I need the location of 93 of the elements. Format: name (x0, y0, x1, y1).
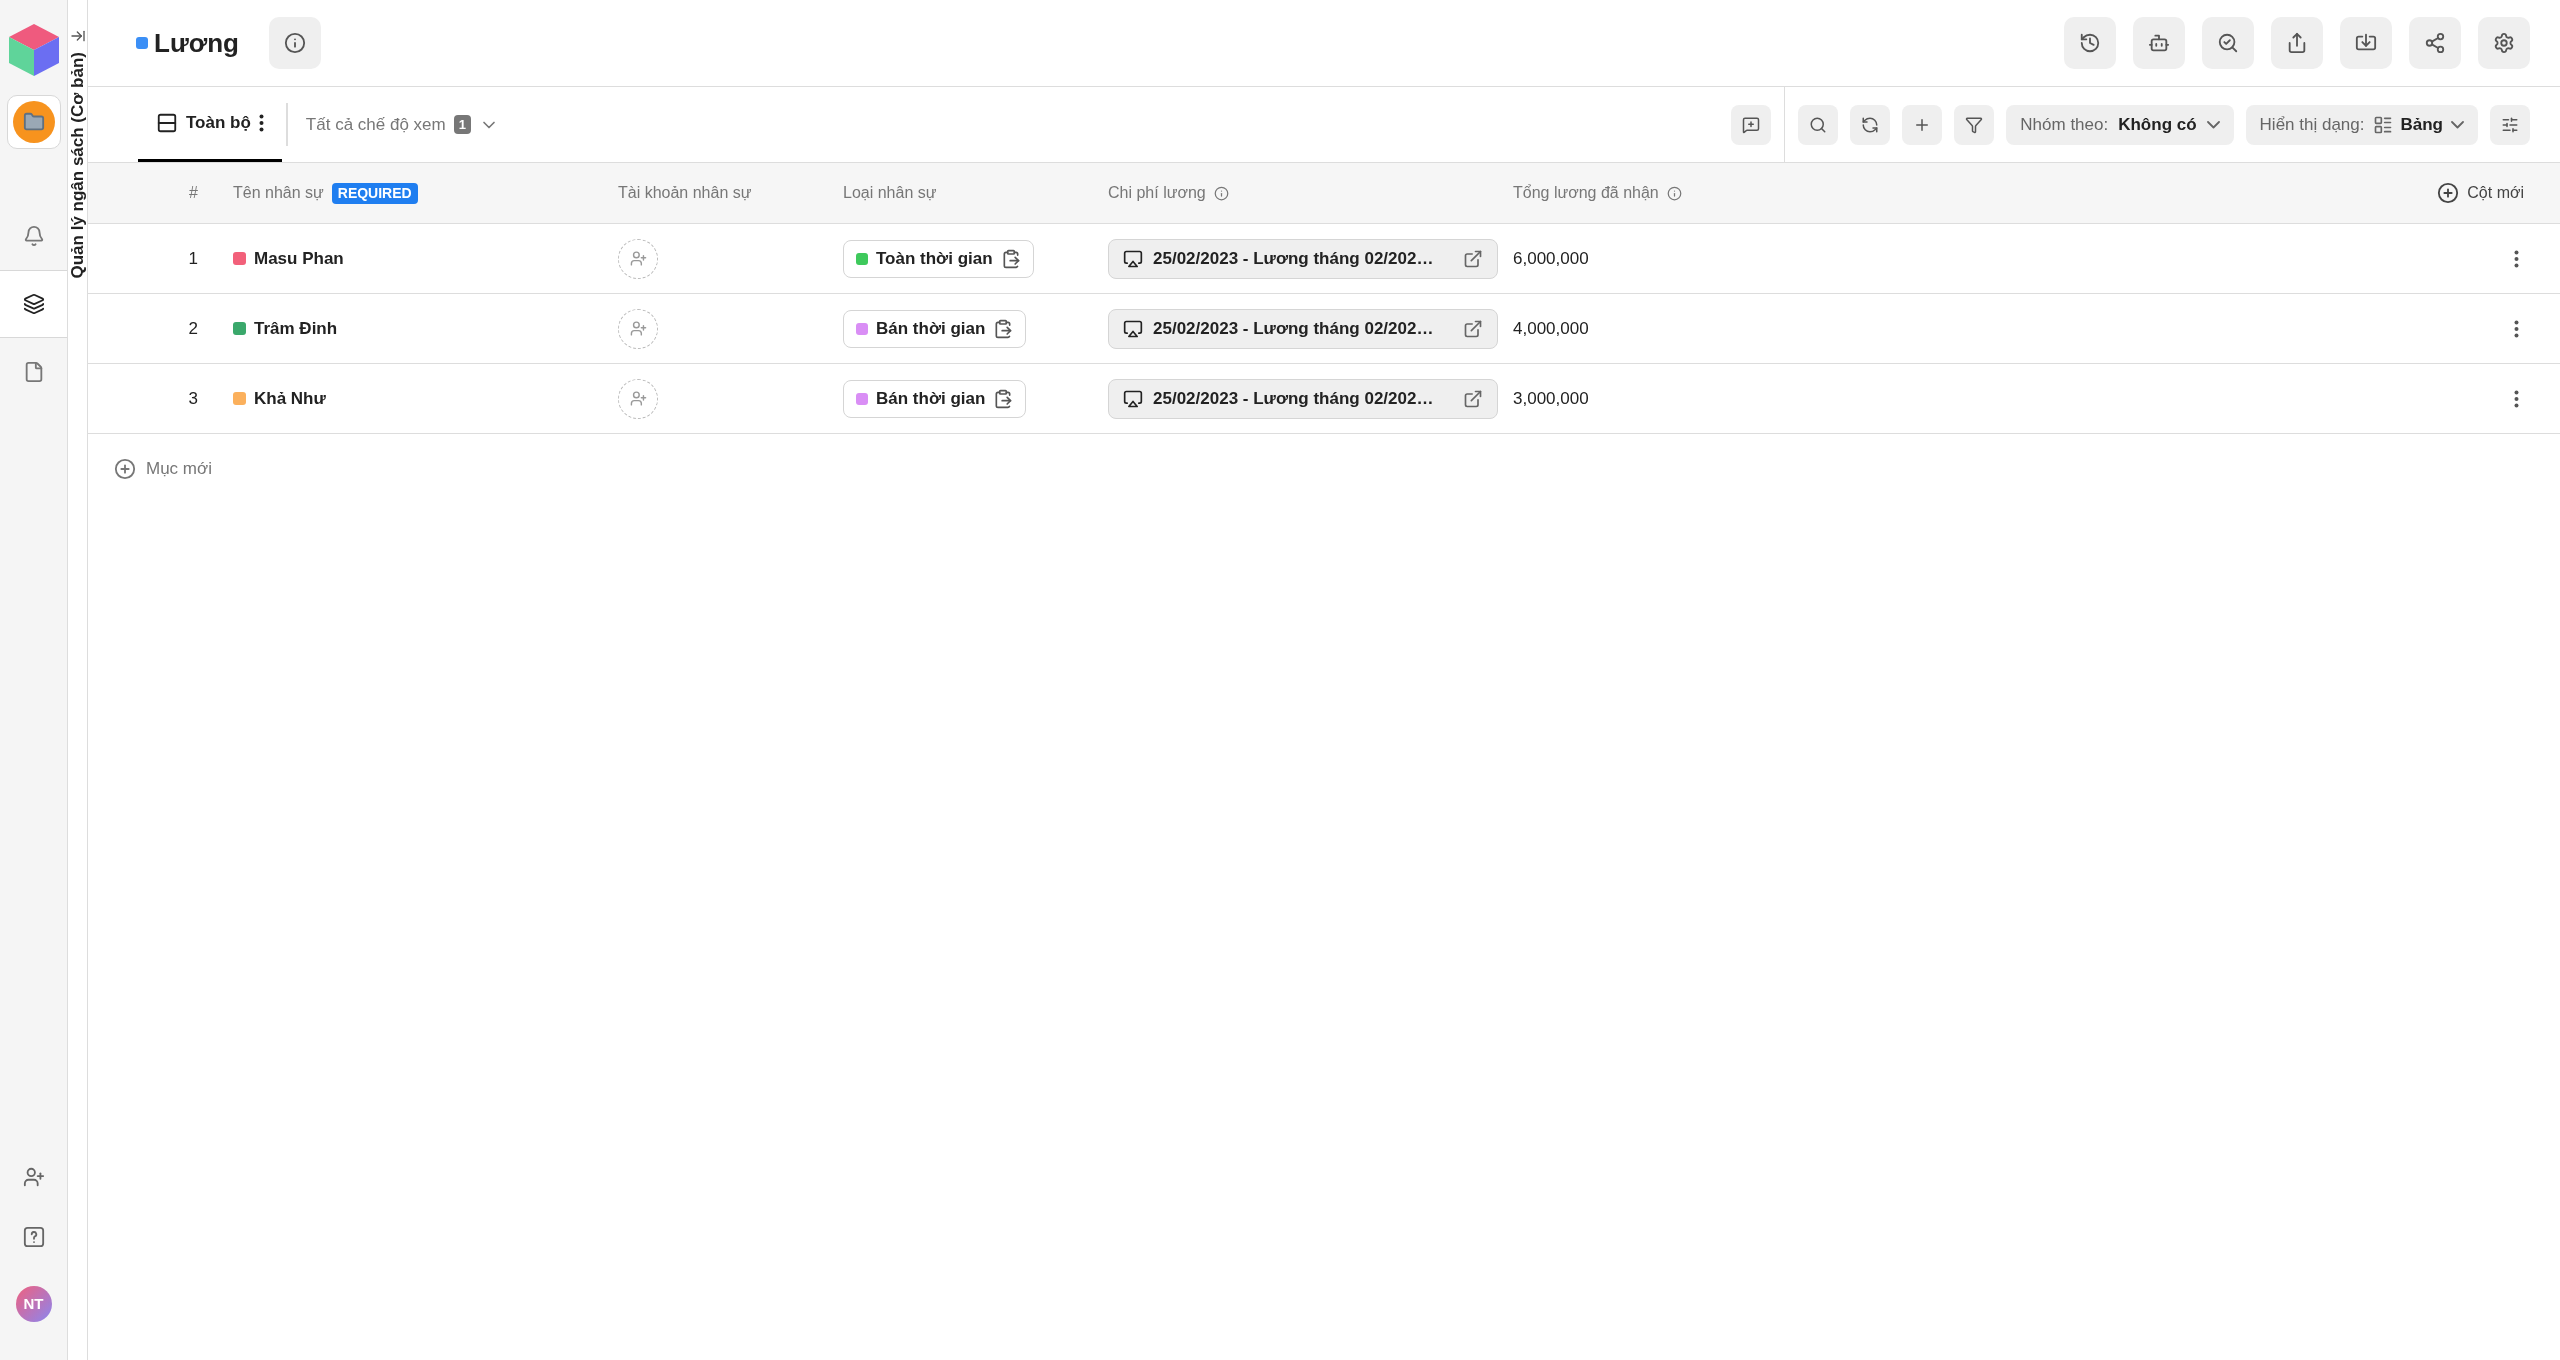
table-cell-text: Khả Như (254, 387, 326, 410)
linked-record-label: 25/02/2023 - Lương tháng 02/202… (1153, 317, 1434, 340)
screen-icon (1123, 318, 1143, 339)
export-icon (2286, 32, 2308, 54)
refresh-icon (1861, 115, 1880, 134)
info-icon[interactable] (1213, 185, 1229, 201)
filter-button[interactable] (1954, 104, 1995, 145)
column-header[interactable]: Tổng lương đã nhận (1513, 181, 1682, 205)
group-by-label: Nhóm theo: (2020, 113, 2109, 136)
table-cell-text: Trâm Đinh (254, 317, 338, 340)
cube-logo-icon (6, 22, 61, 78)
export-button[interactable] (2271, 17, 2323, 69)
more-icon (258, 114, 264, 132)
table-view-icon (2372, 114, 2393, 135)
share-button[interactable] (2409, 17, 2461, 69)
external-link-icon[interactable] (1463, 318, 1483, 339)
linked-record-chip[interactable]: 25/02/2023 - Lương tháng 02/202… (1108, 378, 1498, 419)
column-header[interactable]: Loại nhân sự (843, 181, 937, 205)
type-label: Bán thời gian (876, 317, 986, 340)
more-icon (2514, 319, 2519, 338)
row-number: 1 (188, 247, 198, 270)
sidebar-nav-item[interactable] (0, 270, 67, 338)
all-views-dropdown[interactable]: Tất cả chế độ xem 1 (287, 87, 517, 162)
bot-button[interactable] (2133, 17, 2185, 69)
workspace-title: Quản lý ngân sách (Cơ bản) (66, 52, 88, 279)
refresh-button[interactable] (1850, 104, 1891, 145)
type-tag[interactable]: Bán thời gian (843, 379, 1027, 418)
type-tag[interactable]: Toàn thời gian (843, 239, 1034, 278)
linked-record-chip[interactable]: 25/02/2023 - Lương tháng 02/202… (1108, 238, 1498, 279)
settings-button[interactable] (2478, 17, 2530, 69)
search-icon (1809, 115, 1828, 134)
table-cell-text: 6,000,000 (1513, 247, 1589, 270)
add-comment-button[interactable] (1731, 104, 1772, 145)
column-header[interactable]: Tài khoản nhân sự (618, 181, 752, 205)
external-link-icon[interactable] (1463, 388, 1483, 409)
more-icon (2514, 389, 2519, 408)
type-label: Bán thời gian (876, 387, 986, 410)
history-button[interactable] (2064, 17, 2116, 69)
row-number: 3 (188, 387, 198, 410)
help-icon[interactable] (22, 1226, 45, 1248)
screen-icon (1123, 248, 1143, 269)
plus-circle-icon (2437, 182, 2460, 204)
share-icon (2424, 32, 2446, 54)
linked-record-label: 25/02/2023 - Lương tháng 02/202… (1153, 247, 1434, 270)
table-cell-text: 3,000,000 (1513, 387, 1589, 410)
add-button[interactable] (1902, 104, 1943, 145)
required-badge: REQUIRED (331, 182, 418, 204)
expand-panel-icon[interactable] (69, 28, 86, 44)
info-button[interactable] (268, 17, 321, 69)
settings-icon (2493, 32, 2515, 54)
type-label: Toàn thời gian (876, 247, 993, 270)
table-cell-text: Masu Phan (254, 247, 344, 270)
chevron-down-icon (2451, 120, 2464, 129)
import-button[interactable] (2340, 17, 2392, 69)
group-by-dropdown[interactable]: Nhóm theo: Không có (2006, 104, 2234, 145)
clipboard-icon[interactable] (993, 388, 1014, 409)
plus-circle-icon (114, 457, 136, 480)
options-button[interactable] (2490, 104, 2530, 145)
info-icon (283, 32, 306, 54)
robot-icon (2148, 32, 2170, 54)
column-header[interactable]: Chi phí lương (1108, 181, 1229, 205)
table-cell-text: 4,000,000 (1513, 317, 1589, 340)
display-as-value: Bảng (2400, 113, 2443, 136)
views-count-badge: 1 (453, 114, 471, 135)
search-button[interactable] (1798, 104, 1839, 145)
info-icon[interactable] (1666, 185, 1682, 201)
sliders-icon (2501, 115, 2519, 134)
folder-app-icon[interactable] (12, 101, 55, 143)
display-as-dropdown[interactable]: Hiển thị dạng: Bảng (2245, 104, 2478, 145)
history-icon (2079, 32, 2101, 54)
page-title: Lương (154, 26, 239, 60)
add-comment-icon (1742, 115, 1761, 134)
chevron-down-icon (2206, 120, 2220, 129)
add-user-icon[interactable] (22, 1166, 45, 1188)
type-tag[interactable]: Bán thời gian (843, 309, 1027, 348)
group-by-value: Không có (2118, 113, 2197, 136)
clipboard-icon[interactable] (993, 318, 1014, 339)
column-header[interactable]: # (189, 181, 198, 205)
bell-icon[interactable] (22, 225, 45, 247)
new-row-button[interactable]: Mục mới (114, 456, 212, 482)
display-as-label: Hiển thị dạng: (2259, 113, 2365, 136)
external-link-icon[interactable] (1463, 248, 1483, 269)
stack-icon[interactable] (22, 293, 45, 315)
row-number: 2 (188, 317, 198, 340)
screen-icon (1123, 388, 1143, 409)
linked-record-chip[interactable]: 25/02/2023 - Lương tháng 02/202… (1108, 308, 1498, 349)
new-column-button[interactable]: Cột mới (2437, 181, 2524, 205)
linked-record-label: 25/02/2023 - Lương tháng 02/202… (1153, 387, 1434, 410)
filter-icon (1965, 115, 1984, 134)
column-header[interactable]: Tên nhân sự (233, 181, 324, 205)
search-check-icon (2217, 32, 2239, 54)
search-check-button[interactable] (2202, 17, 2254, 69)
more-icon (2514, 249, 2519, 268)
